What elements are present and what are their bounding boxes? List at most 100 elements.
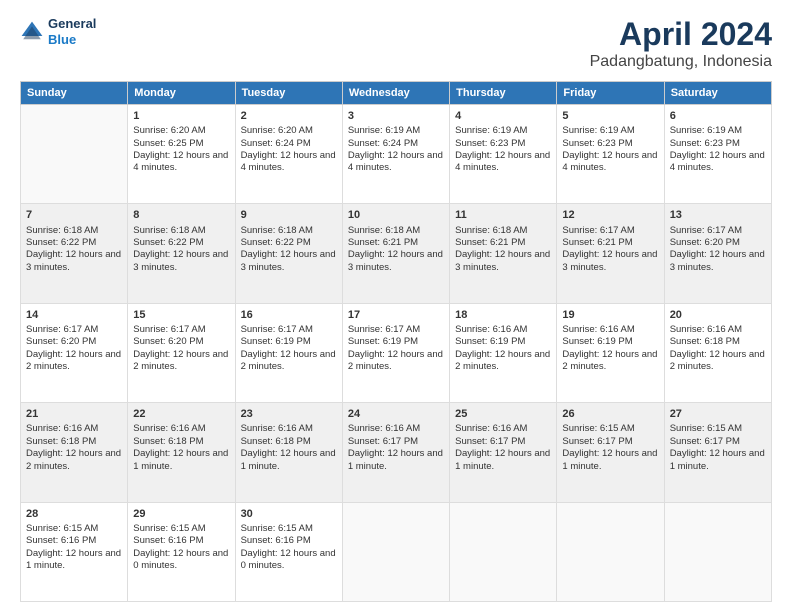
sunrise-text: Sunrise: 6:16 AM (26, 423, 122, 435)
sunset-text: Sunset: 6:24 PM (348, 138, 444, 150)
sunrise-text: Sunrise: 6:16 AM (348, 423, 444, 435)
table-row: 8Sunrise: 6:18 AMSunset: 6:22 PMDaylight… (128, 204, 235, 303)
logo-text: General Blue (48, 16, 96, 47)
col-friday: Friday (557, 82, 664, 105)
sunset-text: Sunset: 6:21 PM (562, 237, 658, 249)
daylight-text: Daylight: 12 hours and 2 minutes. (670, 349, 766, 374)
day-number: 29 (133, 507, 229, 521)
col-wednesday: Wednesday (342, 82, 449, 105)
day-number: 19 (562, 308, 658, 322)
daylight-text: Daylight: 12 hours and 4 minutes. (241, 150, 337, 175)
logo: General Blue (20, 16, 96, 47)
table-row: 27Sunrise: 6:15 AMSunset: 6:17 PMDayligh… (664, 403, 771, 502)
logo-icon (20, 20, 44, 44)
day-number: 11 (455, 208, 551, 222)
day-number: 7 (26, 208, 122, 222)
sunrise-text: Sunrise: 6:16 AM (562, 324, 658, 336)
calendar-week-row: 28Sunrise: 6:15 AMSunset: 6:16 PMDayligh… (21, 502, 772, 601)
table-row (21, 105, 128, 204)
page-title: April 2024 (590, 16, 772, 53)
table-row: 20 Sunrise: 6:16 AMSunset: 6:18 PMDayligh… (664, 303, 771, 402)
sunrise-text: Sunrise: 6:17 AM (241, 324, 337, 336)
daylight-text: Daylight: 12 hours and 0 minutes. (241, 548, 337, 573)
table-row: 26Sunrise: 6:15 AMSunset: 6:17 PMDayligh… (557, 403, 664, 502)
table-row: 7Sunrise: 6:18 AMSunset: 6:22 PMDaylight… (21, 204, 128, 303)
daylight-text: Daylight: 12 hours and 1 minute. (455, 448, 551, 473)
sunrise-text: Sunrise: 6:16 AM (455, 423, 551, 435)
page-subtitle: Padangbatung, Indonesia (590, 53, 772, 71)
sunrise-text: Sunrise: 6:17 AM (26, 324, 122, 336)
daylight-text: Daylight: 12 hours and 2 minutes. (348, 349, 444, 374)
daylight-text: Daylight: 12 hours and 1 minute. (562, 448, 658, 473)
day-number: 28 (26, 507, 122, 521)
calendar-week-row: 14Sunrise: 6:17 AMSunset: 6:20 PMDayligh… (21, 303, 772, 402)
title-block: April 2024 Padangbatung, Indonesia (590, 16, 772, 71)
sunrise-text: Sunrise: 6:16 AM (133, 423, 229, 435)
sunset-text: Sunset: 6:22 PM (26, 237, 122, 249)
day-number: 15 (133, 308, 229, 322)
sunrise-text: Sunrise: 6:17 AM (562, 225, 658, 237)
daylight-text: Daylight: 12 hours and 4 minutes. (670, 150, 766, 175)
sunrise-text: Sunrise: 6:16 AM (241, 423, 337, 435)
sunrise-text: Sunrise: 6:19 AM (562, 125, 658, 137)
table-row: 30Sunrise: 6:15 AMSunset: 6:16 PMDayligh… (235, 502, 342, 601)
day-number: 3 (348, 109, 444, 123)
sunrise-text: Sunrise: 6:20 AM (241, 125, 337, 137)
col-saturday: Saturday (664, 82, 771, 105)
table-row: 4Sunrise: 6:19 AMSunset: 6:23 PMDaylight… (450, 105, 557, 204)
day-number: 25 (455, 407, 551, 421)
daylight-text: Daylight: 12 hours and 2 minutes. (562, 349, 658, 374)
daylight-text: Daylight: 12 hours and 1 minute. (26, 548, 122, 573)
calendar-week-row: 7 Sunrise: 6:18 AM Sunset: 6:22 PM Daylight… (21, 204, 772, 303)
table-row: 18Sunrise: 6:16 AMSunset: 6:19 PMDayligh… (450, 303, 557, 402)
calendar-header-row: Sunday Monday Tuesday Wednesday Thursday… (21, 82, 772, 105)
day-number: 9 (241, 208, 337, 222)
day-number: 20 (670, 308, 766, 322)
table-row: 2Sunrise: 6:20 AMSunset: 6:24 PMDaylight… (235, 105, 342, 204)
daylight-text: Daylight: 12 hours and 3 minutes. (670, 249, 766, 274)
sunset-text: Sunset: 6:20 PM (133, 336, 229, 348)
day-number: 4 (455, 109, 551, 123)
day-number: 8 (133, 208, 229, 222)
table-row: 10Sunrise: 6:18 AMSunset: 6:21 PMDayligh… (342, 204, 449, 303)
sunrise-text: Sunrise: 6:15 AM (26, 523, 122, 535)
table-row: 28Sunrise: 6:15 AMSunset: 6:16 PMDayligh… (21, 502, 128, 601)
daylight-text: Daylight: 12 hours and 3 minutes. (455, 249, 551, 274)
daylight-text: Daylight: 12 hours and 0 minutes. (133, 548, 229, 573)
sunset-text: Sunset: 6:20 PM (670, 237, 766, 249)
col-tuesday: Tuesday (235, 82, 342, 105)
sunset-text: Sunset: 6:19 PM (241, 336, 337, 348)
table-row: 19Sunrise: 6:16 AMSunset: 6:19 PMDayligh… (557, 303, 664, 402)
logo-blue: Blue (48, 32, 96, 48)
daylight-text: Daylight: 12 hours and 3 minutes. (133, 249, 229, 274)
sunset-text: Sunset: 6:16 PM (133, 535, 229, 547)
day-number: 30 (241, 507, 337, 521)
col-sunday: Sunday (21, 82, 128, 105)
day-number: 22 (133, 407, 229, 421)
sunset-text: Sunset: 6:23 PM (455, 138, 551, 150)
sunrise-text: Sunrise: 6:19 AM (455, 125, 551, 137)
sunset-text: Sunset: 6:18 PM (133, 436, 229, 448)
sunset-text: Sunset: 6:17 PM (562, 436, 658, 448)
day-number: 21 (26, 407, 122, 421)
sunset-text: Sunset: 6:23 PM (562, 138, 658, 150)
calendar-table: Sunday Monday Tuesday Wednesday Thursday… (20, 81, 772, 602)
sunrise-text: Sunrise: 6:16 AM (670, 324, 766, 336)
sunset-text: Sunset: 6:22 PM (241, 237, 337, 249)
day-number: 24 (348, 407, 444, 421)
sunrise-text: Sunrise: 6:18 AM (133, 225, 229, 237)
day-number: 5 (562, 109, 658, 123)
sunset-text: Sunset: 6:19 PM (455, 336, 551, 348)
sunrise-text: Sunrise: 6:20 AM (133, 125, 229, 137)
day-number: 27 (670, 407, 766, 421)
sunrise-text: Sunrise: 6:17 AM (133, 324, 229, 336)
day-number: 14 (26, 308, 122, 322)
day-number: 18 (455, 308, 551, 322)
day-number: 13 (670, 208, 766, 222)
sunrise-text: Sunrise: 6:18 AM (455, 225, 551, 237)
sunset-text: Sunset: 6:17 PM (348, 436, 444, 448)
daylight-text: Daylight: 12 hours and 2 minutes. (241, 349, 337, 374)
sunset-text: Sunset: 6:21 PM (455, 237, 551, 249)
sunset-text: Sunset: 6:18 PM (670, 336, 766, 348)
table-row: 16Sunrise: 6:17 AMSunset: 6:19 PMDayligh… (235, 303, 342, 402)
